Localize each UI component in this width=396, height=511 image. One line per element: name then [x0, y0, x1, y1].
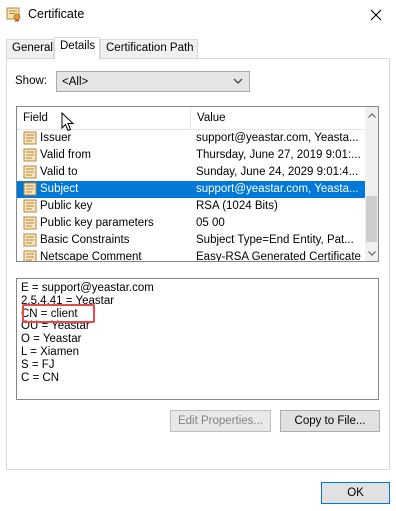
- certificate-icon: [6, 6, 22, 22]
- detail-line: S = FJ: [21, 358, 55, 371]
- field-cell: Valid from: [23, 148, 189, 162]
- listview-rows: Issuer support@yeastar.com, Yeasta... Va…: [17, 130, 367, 262]
- scroll-down-button[interactable]: [365, 247, 378, 259]
- field-name: Basic Constraints: [40, 234, 130, 246]
- copy-to-file-button[interactable]: Copy to File...: [280, 410, 380, 432]
- field-cell: Netscape Comment: [23, 250, 189, 262]
- close-button[interactable]: [356, 0, 396, 30]
- listview-scrollbar[interactable]: [365, 107, 378, 261]
- certificate-field-icon: [23, 199, 37, 213]
- column-header-field[interactable]: Field: [17, 107, 191, 130]
- certificate-field-icon: [23, 148, 37, 162]
- field-name: Valid from: [40, 149, 91, 161]
- show-dropdown[interactable]: <All>: [56, 71, 250, 92]
- certificate-field-icon: [23, 131, 37, 145]
- field-cell: Public key: [23, 199, 189, 213]
- field-value: RSA (1024 Bits): [196, 200, 278, 212]
- scrollbar-thumb[interactable]: [366, 196, 377, 242]
- field-name: Public key: [40, 200, 93, 212]
- certificate-field-icon: [23, 182, 37, 196]
- field-cell: Issuer: [23, 131, 189, 145]
- tab-general[interactable]: General: [6, 39, 54, 59]
- list-item[interactable]: Netscape Comment Easy-RSA Generated Cert…: [17, 249, 367, 262]
- list-item[interactable]: Issuer support@yeastar.com, Yeasta...: [17, 130, 367, 147]
- cn-highlight-annotation: [22, 304, 95, 323]
- field-value: Sunday, June 24, 2029 9:01:4...: [196, 166, 359, 178]
- field-name: Netscape Comment: [40, 251, 142, 262]
- tab-certification-path[interactable]: Certification Path: [100, 39, 198, 59]
- close-icon: [370, 9, 382, 21]
- detail-line: C = CN: [21, 371, 60, 384]
- chevron-down-icon: [367, 250, 376, 256]
- list-item-selected[interactable]: Subject support@yeastar.com, Yeasta...: [17, 181, 367, 198]
- extension-field-icon: [23, 233, 37, 247]
- field-cell: Subject: [23, 182, 189, 196]
- fields-listview[interactable]: Field Value Issuer support@yeastar.com, …: [16, 106, 379, 262]
- certificate-field-icon: [23, 165, 37, 179]
- field-value: Easy-RSA Generated Certificate: [196, 251, 361, 262]
- ok-button[interactable]: OK: [321, 482, 390, 504]
- field-value: 05 00: [196, 217, 225, 229]
- window-title: Certificate: [28, 7, 85, 21]
- list-item[interactable]: Valid from Thursday, June 27, 2019 9:01:…: [17, 147, 367, 164]
- show-label: Show:: [15, 75, 47, 87]
- field-detail-textbox[interactable]: E = support@yeastar.com 2.5.4.41 = Yeast…: [16, 278, 379, 400]
- field-name: Public key parameters: [40, 217, 154, 229]
- field-value: Thursday, June 27, 2019 9:01:...: [196, 149, 361, 161]
- field-cell: Valid to: [23, 165, 189, 179]
- detail-line: L = Xiamen: [21, 345, 80, 358]
- title-bar: Certificate: [0, 0, 396, 30]
- field-name: Issuer: [40, 132, 72, 144]
- chevron-up-icon: [367, 112, 376, 118]
- field-name: Subject: [40, 183, 79, 195]
- show-dropdown-value: <All>: [62, 75, 89, 88]
- mouse-cursor-icon: [61, 112, 75, 132]
- field-name: Valid to: [40, 166, 78, 178]
- detail-line: O = Yeastar: [21, 333, 82, 346]
- list-item[interactable]: Public key RSA (1024 Bits): [17, 198, 367, 215]
- list-item[interactable]: Valid to Sunday, June 24, 2029 9:01:4...: [17, 164, 367, 181]
- edit-properties-button[interactable]: Edit Properties...: [170, 410, 271, 432]
- field-value: support@yeastar.com, Yeasta...: [196, 183, 359, 195]
- listview-header: Field Value: [17, 107, 367, 132]
- field-value: Subject Type=End Entity, Pat...: [196, 234, 354, 246]
- tab-details[interactable]: Details: [54, 37, 100, 60]
- scroll-up-button[interactable]: [365, 109, 378, 121]
- list-item[interactable]: Basic Constraints Subject Type=End Entit…: [17, 232, 367, 249]
- detail-line: E = support@yeastar.com: [21, 282, 154, 294]
- field-cell: Public key parameters: [23, 216, 189, 230]
- list-item[interactable]: Public key parameters 05 00: [17, 215, 367, 232]
- field-cell: Basic Constraints: [23, 233, 189, 247]
- chevron-down-icon: [233, 78, 243, 84]
- certificate-field-icon: [23, 216, 37, 230]
- extension-field-icon: [23, 250, 37, 261]
- details-panel: Show: <All> Field Value Issuer support@y…: [6, 58, 390, 470]
- column-header-value[interactable]: Value: [191, 107, 367, 130]
- field-value: support@yeastar.com, Yeasta...: [196, 132, 359, 144]
